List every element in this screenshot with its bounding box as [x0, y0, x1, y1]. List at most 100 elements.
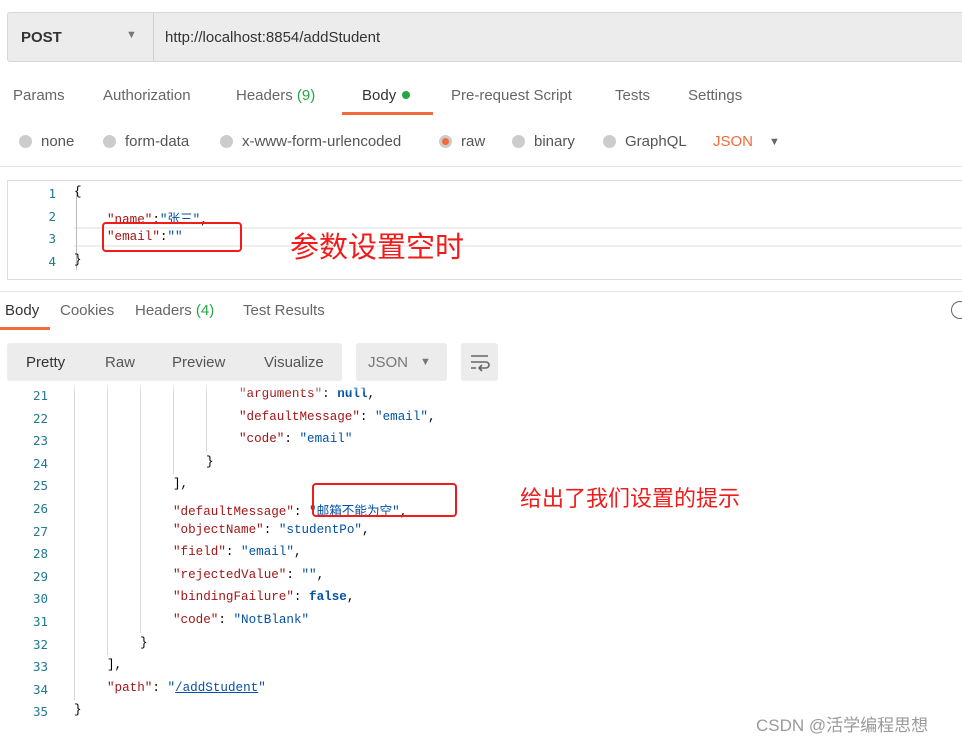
- code-text: ],: [173, 477, 188, 491]
- indent-guide: [74, 677, 75, 701]
- line-number: 30: [32, 591, 48, 607]
- json-key: "defaultMessage": [239, 409, 360, 424]
- tab-settings[interactable]: Settings: [688, 87, 742, 104]
- radio-label: none: [41, 133, 75, 150]
- response-tab-body[interactable]: Body: [5, 302, 39, 319]
- view-preview[interactable]: Preview: [172, 354, 225, 371]
- json-punct: ,: [293, 545, 302, 560]
- indent-guide: [74, 429, 75, 452]
- radio-graphql[interactable]: GraphQL: [603, 133, 687, 150]
- radio-x-www-form-urlencoded[interactable]: x-www-form-urlencoded: [220, 133, 401, 150]
- radio-form-data[interactable]: form-data: [103, 133, 189, 150]
- response-tab-cookies[interactable]: Cookies: [60, 302, 114, 319]
- json-punct: :: [284, 432, 300, 447]
- indent-guide: [107, 610, 108, 633]
- json-punct: }: [74, 252, 82, 267]
- indent-guide: [74, 632, 75, 656]
- line-number: 24: [32, 455, 48, 471]
- indent-guide: [74, 587, 75, 610]
- json-key: "rejectedValue": [173, 567, 287, 582]
- indent-guide: [74, 406, 75, 430]
- json-key: "code": [239, 432, 285, 447]
- indent-guide: [140, 610, 141, 633]
- radio-none[interactable]: none: [19, 133, 74, 150]
- view-raw[interactable]: Raw: [105, 354, 135, 371]
- scroll-shadow: [0, 381, 962, 393]
- globe-icon[interactable]: [951, 301, 962, 319]
- active-tab-underline: [342, 112, 433, 115]
- indent-guide: [140, 564, 141, 588]
- json-value: "email": [299, 432, 353, 447]
- json-punct: :: [263, 522, 279, 537]
- json-punct: :: [225, 545, 242, 560]
- indent-guide: [140, 519, 141, 543]
- code-text: "code": "NotBlank": [173, 613, 309, 627]
- radio-binary[interactable]: binary: [512, 133, 575, 150]
- json-value: ": [258, 680, 266, 695]
- radio-icon: [103, 135, 116, 148]
- radio-icon: [512, 135, 525, 148]
- indent-guide: [74, 564, 75, 588]
- json-punct: {: [74, 185, 82, 199]
- indent-guide: [74, 542, 75, 565]
- url-input[interactable]: http://localhost:8854/addStudent: [165, 29, 380, 46]
- json-value: "email": [375, 409, 428, 424]
- active-tab-underline: [0, 327, 50, 330]
- tab-params[interactable]: Params: [13, 87, 65, 104]
- chevron-down-icon: ▼: [769, 135, 780, 148]
- indent-guide: [107, 406, 108, 430]
- indent-guide: [107, 564, 108, 588]
- json-punct: :: [152, 680, 168, 695]
- body-format-select[interactable]: JSON ▼: [713, 133, 780, 150]
- code-text: ],: [107, 658, 122, 672]
- tab-headers[interactable]: Headers (9): [236, 87, 315, 104]
- line-number: 23: [32, 433, 48, 449]
- line-number: 4: [48, 253, 56, 269]
- tab-body[interactable]: Body: [362, 87, 411, 104]
- json-punct: ,: [361, 522, 370, 537]
- radio-label: raw: [461, 133, 486, 150]
- json-key: "objectName": [173, 522, 264, 537]
- format-label: JSON: [368, 354, 409, 371]
- json-punct: ],: [107, 658, 123, 673]
- json-punct: ,: [316, 567, 325, 582]
- indent-guide: [206, 406, 207, 430]
- json-punct: ,: [346, 590, 355, 605]
- radio-label: form-data: [125, 133, 190, 150]
- tab-pre-request-script[interactable]: Pre-request Script: [451, 87, 572, 104]
- headers-count: (9): [296, 87, 316, 104]
- code-text: "objectName": "studentPo",: [173, 523, 370, 537]
- method-select[interactable]: POST ▼: [8, 13, 154, 61]
- indent-guide: [140, 497, 141, 520]
- response-tab-test-results[interactable]: Test Results: [243, 302, 325, 319]
- tab-label: Body: [362, 87, 397, 104]
- json-value: false: [309, 590, 347, 605]
- response-tab-headers[interactable]: Headers (4): [135, 302, 214, 319]
- line-number: 3: [48, 231, 56, 247]
- indent-guide: [173, 451, 174, 475]
- response-body-viewer[interactable]: 21 "arguments": null, 22 "defaultMessage": …: [0, 383, 962, 723]
- annotation-request: 参数设置空时: [290, 232, 465, 264]
- tab-tests[interactable]: Tests: [615, 87, 650, 104]
- json-value[interactable]: /addStudent: [175, 681, 258, 695]
- response-format-select[interactable]: JSON ▼: [356, 343, 447, 381]
- json-key: "bindingFailure": [173, 590, 294, 605]
- watermark: CSDN @活学编程思想: [756, 716, 929, 735]
- indent-guide: [140, 429, 141, 452]
- view-pretty[interactable]: Pretty: [26, 354, 65, 371]
- json-value: "": [301, 567, 317, 582]
- indent-guide: [107, 519, 108, 543]
- indent-guide: [74, 610, 75, 633]
- indent-guide: [107, 429, 108, 452]
- radio-raw[interactable]: raw: [439, 133, 485, 150]
- json-value: "NotBlank": [233, 613, 310, 627]
- indent-guide: [74, 497, 75, 520]
- wrap-lines-button[interactable]: [461, 343, 498, 381]
- indent-guide: [173, 429, 174, 452]
- view-visualize[interactable]: Visualize: [264, 354, 324, 371]
- tab-authorization[interactable]: Authorization: [103, 87, 191, 104]
- method-label: POST: [21, 29, 62, 46]
- active-dot-icon: [402, 91, 411, 99]
- json-punct: }: [140, 635, 148, 650]
- indent-guide: [173, 406, 174, 430]
